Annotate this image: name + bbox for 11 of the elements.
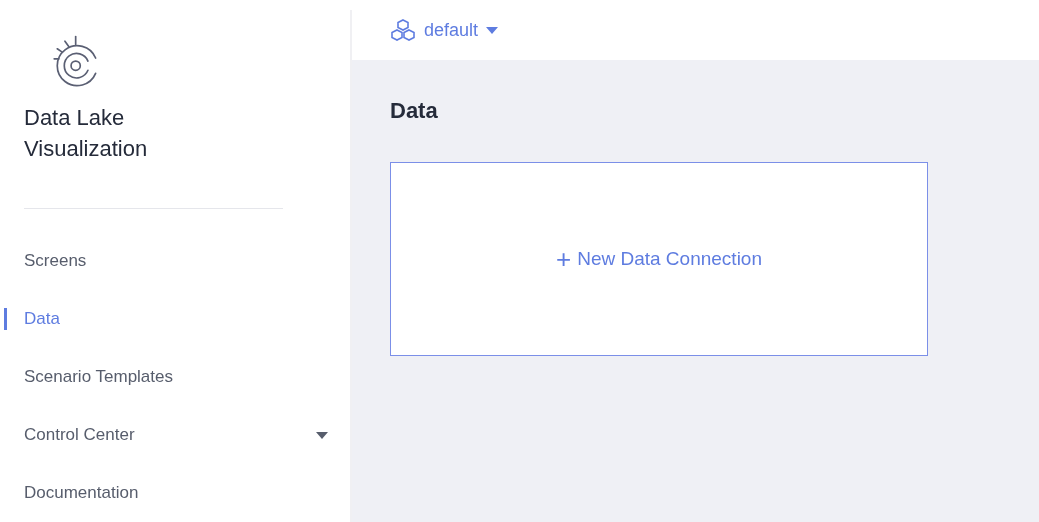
app-name: Data Lake Visualization (24, 104, 149, 164)
new-connection-card[interactable]: + New Data Connection (390, 162, 928, 356)
sidebar-item[interactable]: Documentation (0, 464, 350, 522)
sidebar-item[interactable]: Control Center (0, 406, 350, 464)
caret-icon (486, 26, 499, 34)
sidebar-item[interactable]: Scenario Templates (0, 348, 350, 406)
sidebar-item[interactable]: Screens (0, 232, 350, 290)
page-title: Data (390, 97, 439, 125)
sidebar-item[interactable]: Data (0, 290, 350, 348)
workspace-selector[interactable]: default (390, 16, 499, 44)
caret-icon (316, 431, 328, 439)
